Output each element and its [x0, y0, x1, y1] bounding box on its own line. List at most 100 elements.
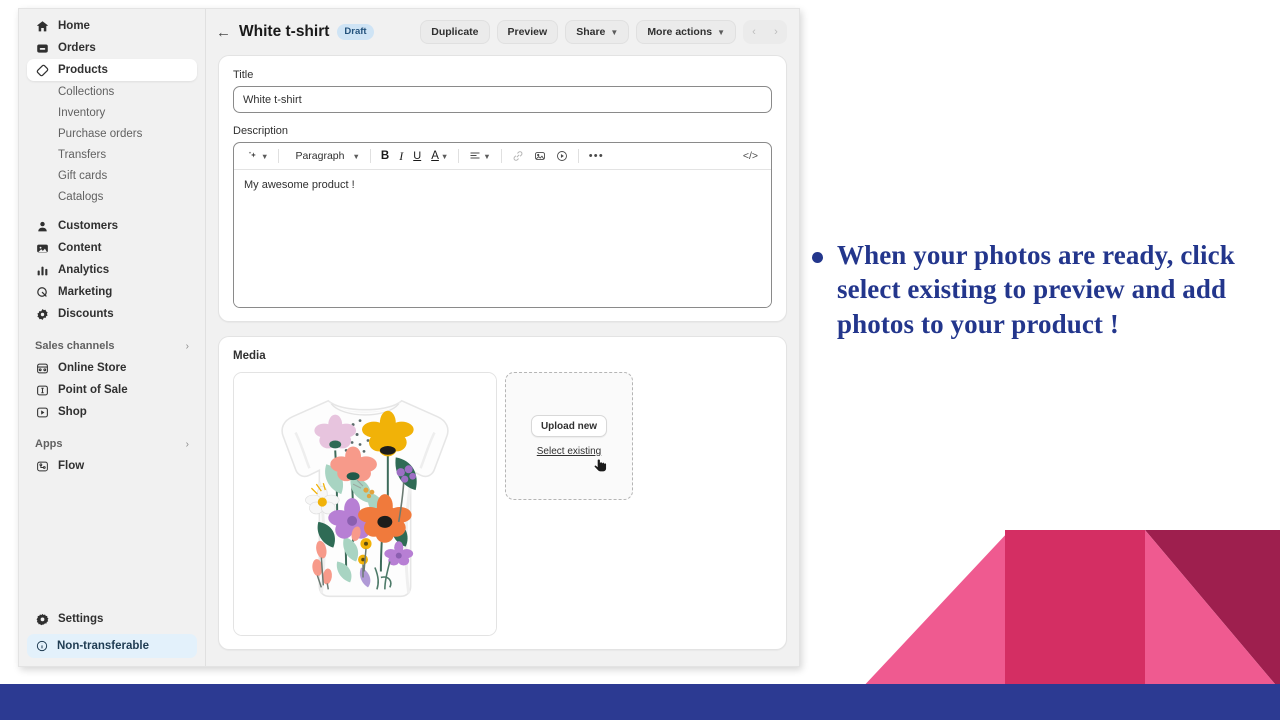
shop-icon: [35, 405, 49, 419]
sidebar-item-label: Home: [58, 20, 90, 32]
sidebar-item-label: Point of Sale: [58, 384, 128, 396]
bold-button[interactable]: B: [376, 146, 394, 166]
bullet-point-icon: [812, 252, 823, 263]
sidebar-item-content[interactable]: Content: [27, 237, 197, 259]
select-existing-link[interactable]: Select existing: [537, 446, 601, 457]
sidebar-item-customers[interactable]: Customers: [27, 215, 197, 237]
divider: [278, 149, 280, 163]
gear-icon: [35, 612, 49, 626]
sidebar-item-online-store[interactable]: Online Store: [27, 357, 197, 379]
sidebar-item-label: Flow: [58, 460, 85, 472]
preview-button[interactable]: Preview: [496, 20, 559, 44]
paragraph-label: Paragraph: [295, 150, 345, 162]
orders-icon: [35, 41, 49, 55]
callout-text: When your photos are ready, click select…: [837, 240, 1235, 339]
sidebar-subitem-label: Inventory: [58, 106, 106, 119]
align-button[interactable]: ▼: [464, 146, 495, 166]
chevron-down-icon: ▼: [483, 151, 491, 161]
sidebar-footer: Settings Non-transferable: [27, 608, 197, 666]
sidebar-item-flow[interactable]: Flow: [27, 455, 197, 477]
sidebar-item-purchase-orders[interactable]: Purchase orders: [27, 123, 197, 144]
sidebar-item-products[interactable]: Products: [27, 59, 197, 81]
sidebar-item-label: Products: [58, 64, 108, 76]
duplicate-button[interactable]: Duplicate: [420, 20, 490, 44]
more-actions-button[interactable]: More actions ▼: [636, 20, 736, 44]
online-store-icon: [35, 361, 49, 375]
insert-link-button[interactable]: [507, 146, 529, 166]
sidebar-item-marketing[interactable]: Marketing: [27, 281, 197, 303]
align-left-icon: [470, 152, 480, 159]
insert-image-button[interactable]: [529, 146, 551, 166]
insert-video-icon: [556, 151, 567, 161]
upload-new-button[interactable]: Upload new: [530, 415, 608, 437]
title-input[interactable]: [233, 86, 772, 113]
flow-icon: [35, 459, 49, 473]
sidebar-item-home[interactable]: Home: [27, 15, 197, 37]
link-icon: [513, 151, 523, 161]
sidebar-item-discounts[interactable]: Discounts: [27, 303, 197, 325]
next-record-button[interactable]: ›: [765, 26, 787, 38]
description-field-label: Description: [233, 125, 289, 137]
sidebar-item-catalogs[interactable]: Catalogs: [27, 186, 197, 207]
sidebar-item-orders[interactable]: Orders: [27, 37, 197, 59]
sidebar-item-settings[interactable]: Settings: [27, 608, 197, 630]
chevron-right-icon: ›: [185, 438, 189, 450]
sidebar-subitem-label: Collections: [58, 85, 115, 98]
share-button[interactable]: Share ▼: [565, 20, 630, 44]
sales-channels-section-header[interactable]: Sales channels ›: [27, 335, 197, 357]
title-field-label: Title: [233, 69, 254, 81]
info-circle-icon: [35, 639, 49, 653]
sidebar-item-label: Analytics: [58, 264, 110, 276]
description-textarea[interactable]: My awesome product !: [234, 170, 771, 307]
text-color-button[interactable]: A ▼: [426, 146, 453, 166]
status-badge-non-transferable[interactable]: Non-transferable: [27, 634, 197, 658]
editor-toolbar: ▼ Paragraph ▼ B I U A ▼ ▼ ••• </>: [234, 143, 771, 170]
section-label: Apps: [35, 438, 63, 450]
mouse-cursor-pointer-icon: [594, 458, 607, 473]
html-code-button[interactable]: </>: [738, 146, 763, 166]
sidebar-item-gift-cards[interactable]: Gift cards: [27, 165, 197, 186]
sidebar-item-label: Orders: [58, 42, 96, 54]
previous-record-button[interactable]: ‹: [743, 26, 765, 38]
customers-icon: [35, 219, 49, 233]
sidebar-item-label: Marketing: [58, 286, 113, 298]
apps-section-header[interactable]: Apps ›: [27, 433, 197, 455]
underline-button[interactable]: U: [408, 146, 426, 166]
button-label: More actions: [647, 26, 713, 38]
italic-button[interactable]: I: [394, 146, 408, 166]
ai-sparkle-button[interactable]: ▼: [242, 146, 273, 166]
sidebar-item-inventory[interactable]: Inventory: [27, 102, 197, 123]
status-badge-label: Non-transferable: [57, 640, 150, 652]
sidebar-item-point-of-sale[interactable]: Point of Sale: [27, 379, 197, 401]
description-editor: ▼ Paragraph ▼ B I U A ▼ ▼ ••• </> My awe…: [233, 142, 772, 308]
sidebar-item-analytics[interactable]: Analytics: [27, 259, 197, 281]
sidebar-item-collections[interactable]: Collections: [27, 81, 197, 102]
main-content: ← White t-shirt Draft Duplicate Preview …: [206, 9, 799, 666]
underline-label: U: [413, 150, 422, 162]
shopify-admin-window: Home Orders Products Collections Invento…: [18, 8, 800, 667]
divider: [458, 149, 460, 163]
sidebar-item-transfers[interactable]: Transfers: [27, 144, 197, 165]
sidebar-subitem-label: Gift cards: [58, 169, 108, 182]
button-label: Preview: [507, 26, 548, 38]
sidebar: Home Orders Products Collections Invento…: [19, 9, 206, 666]
back-arrow-icon[interactable]: ←: [216, 25, 231, 40]
decorative-rectangle-middle: [1005, 530, 1145, 690]
more-options-button[interactable]: •••: [584, 146, 609, 166]
sparkle-ai-icon: [248, 151, 256, 158]
sidebar-subitem-label: Transfers: [58, 148, 107, 161]
button-label: Duplicate: [431, 26, 479, 38]
media-dropzone[interactable]: Upload new Select existing: [505, 372, 633, 500]
paragraph-style-dropdown[interactable]: Paragraph ▼: [284, 146, 364, 166]
sidebar-subitem-label: Purchase orders: [58, 127, 143, 140]
media-thumbnail[interactable]: [233, 372, 497, 636]
chevron-down-icon: ▼: [717, 27, 725, 37]
insert-video-button[interactable]: [551, 146, 573, 166]
sidebar-item-shop[interactable]: Shop: [27, 401, 197, 423]
instruction-callout: When your photos are ready, click select…: [812, 238, 1280, 341]
home-icon: [35, 19, 49, 33]
sidebar-item-label: Settings: [58, 613, 104, 625]
sidebar-item-label: Discounts: [58, 308, 114, 320]
form-content: Title Description ▼ Paragraph: [206, 55, 799, 666]
